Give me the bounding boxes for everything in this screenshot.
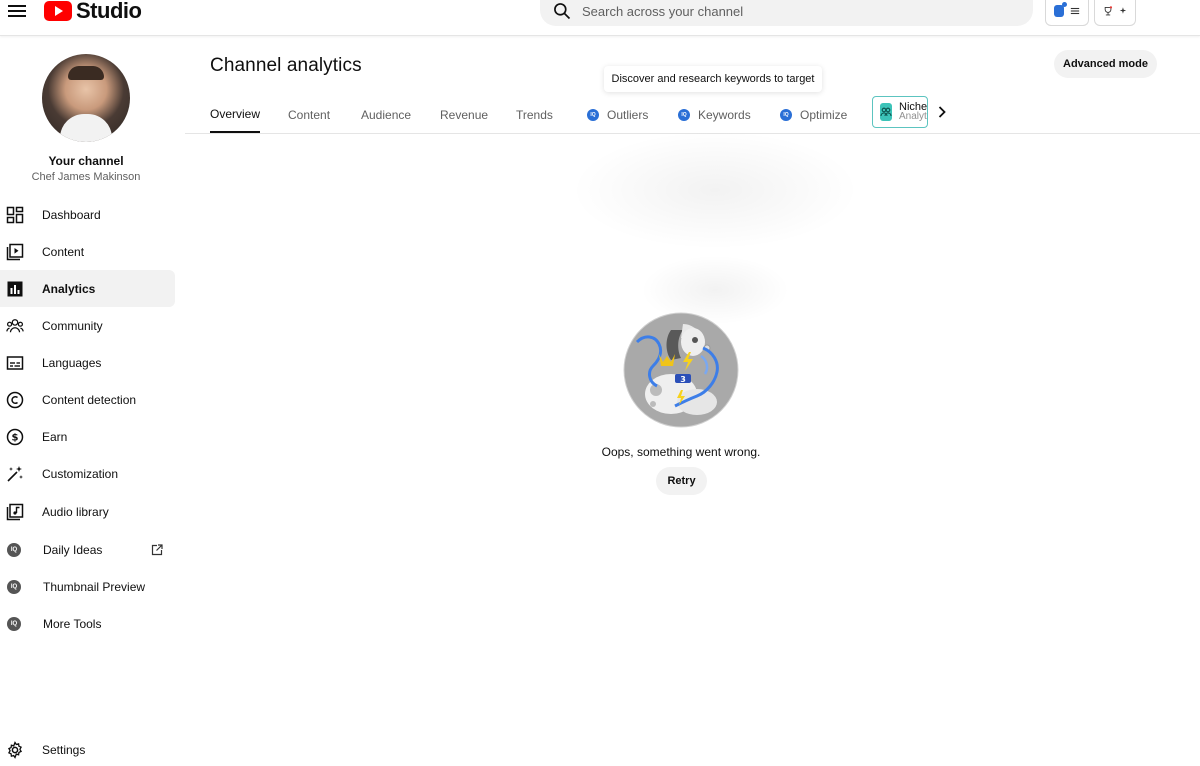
studio-logo-text: Studio	[76, 0, 142, 23]
sidebar-item-daily-ideas[interactable]: IQ Daily Ideas	[0, 531, 175, 568]
advanced-mode-button[interactable]: Advanced mode	[1054, 50, 1157, 78]
sidebar-item-community[interactable]: Community	[0, 307, 175, 344]
error-illustration: 3	[623, 312, 739, 428]
loading-shadow	[570, 130, 860, 250]
sidebar-item-more-tools[interactable]: IQ More Tools	[0, 605, 175, 642]
analytics-icon	[6, 280, 24, 298]
vidiq-icon: IQ	[7, 542, 21, 557]
search-bar[interactable]	[540, 0, 1033, 26]
sidebar-item-audio-library[interactable]: Audio library	[0, 493, 175, 530]
error-message: Oops, something went wrong.	[601, 445, 761, 459]
channel-name: Chef James Makinson	[31, 171, 141, 183]
sidebar-item-thumbnail-preview[interactable]: IQ Thumbnail Preview	[0, 568, 175, 605]
svg-text:3: 3	[680, 375, 686, 384]
tab-content[interactable]: Content	[288, 96, 330, 133]
sidebar-item-content-detection[interactable]: Content detection	[0, 381, 175, 418]
trophy-icon	[1104, 5, 1113, 15]
dollar-icon: $	[6, 428, 24, 446]
sidebar-item-content[interactable]: Content	[0, 233, 175, 270]
hamburger-menu-icon[interactable]	[8, 2, 26, 20]
tab-niche-analytics[interactable]: Niche Analytics	[872, 96, 928, 128]
sidebar-item-analytics[interactable]: Analytics	[0, 270, 175, 307]
top-bar: Studio	[0, 0, 1200, 36]
niche-analytics-icon	[880, 103, 892, 121]
community-icon	[6, 317, 24, 335]
search-icon	[554, 3, 571, 20]
analytics-tabs: Overview Content Audience Revenue Trends…	[185, 96, 1200, 134]
subtitles-icon	[6, 354, 24, 372]
dashboard-icon	[6, 206, 24, 224]
tab-keywords[interactable]: IQ Keywords	[678, 96, 751, 133]
tab-overview[interactable]: Overview	[210, 96, 261, 133]
tab-optimize[interactable]: IQ Optimize	[780, 96, 847, 133]
tab-revenue[interactable]: Revenue	[440, 96, 488, 133]
vidiq-icon: IQ	[780, 108, 792, 121]
tab-audience[interactable]: Audience	[361, 96, 411, 133]
vidiq-icon	[1054, 1, 1067, 17]
your-channel-label: Your channel	[48, 154, 124, 168]
chevron-right-icon[interactable]	[935, 105, 949, 119]
gear-icon	[6, 740, 24, 759]
tab-outliers[interactable]: IQ Outliers	[587, 96, 648, 133]
sidebar-item-earn[interactable]: $ Earn	[0, 418, 175, 455]
sidebar-item-customization[interactable]: Customization	[0, 455, 175, 492]
sidebar-item-languages[interactable]: Languages	[0, 344, 175, 381]
vidiq-extension-button[interactable]	[1045, 0, 1089, 26]
copyright-icon	[6, 391, 24, 409]
search-input[interactable]	[582, 3, 982, 19]
sparkle-icon	[1119, 7, 1127, 14]
content-icon	[6, 243, 24, 261]
external-link-icon	[151, 543, 163, 555]
vidiq-icon: IQ	[678, 108, 690, 121]
niche-tab-subtitle: Analytics	[899, 111, 927, 122]
list-icon	[1070, 7, 1080, 14]
achievements-button[interactable]	[1094, 0, 1136, 26]
youtube-logo-icon	[44, 1, 72, 21]
studio-logo[interactable]: Studio	[44, 0, 142, 24]
channel-avatar[interactable]	[42, 54, 130, 142]
audio-library-icon	[6, 503, 24, 521]
keywords-tooltip: Discover and research keywords to target	[604, 66, 822, 92]
tab-trends[interactable]: Trends	[516, 96, 553, 133]
sidebar: Your channel Chef James Makinson Dashboa…	[0, 37, 178, 766]
sidebar-item-settings[interactable]: Settings	[0, 731, 175, 766]
vidiq-icon: IQ	[7, 579, 21, 594]
svg-text:$: $	[12, 432, 19, 443]
magic-wand-icon	[6, 465, 24, 483]
retry-button[interactable]: Retry	[656, 467, 707, 495]
page-title: Channel analytics	[210, 55, 362, 76]
sidebar-item-dashboard[interactable]: Dashboard	[0, 196, 175, 233]
vidiq-icon: IQ	[7, 616, 21, 631]
vidiq-icon: IQ	[587, 108, 599, 121]
